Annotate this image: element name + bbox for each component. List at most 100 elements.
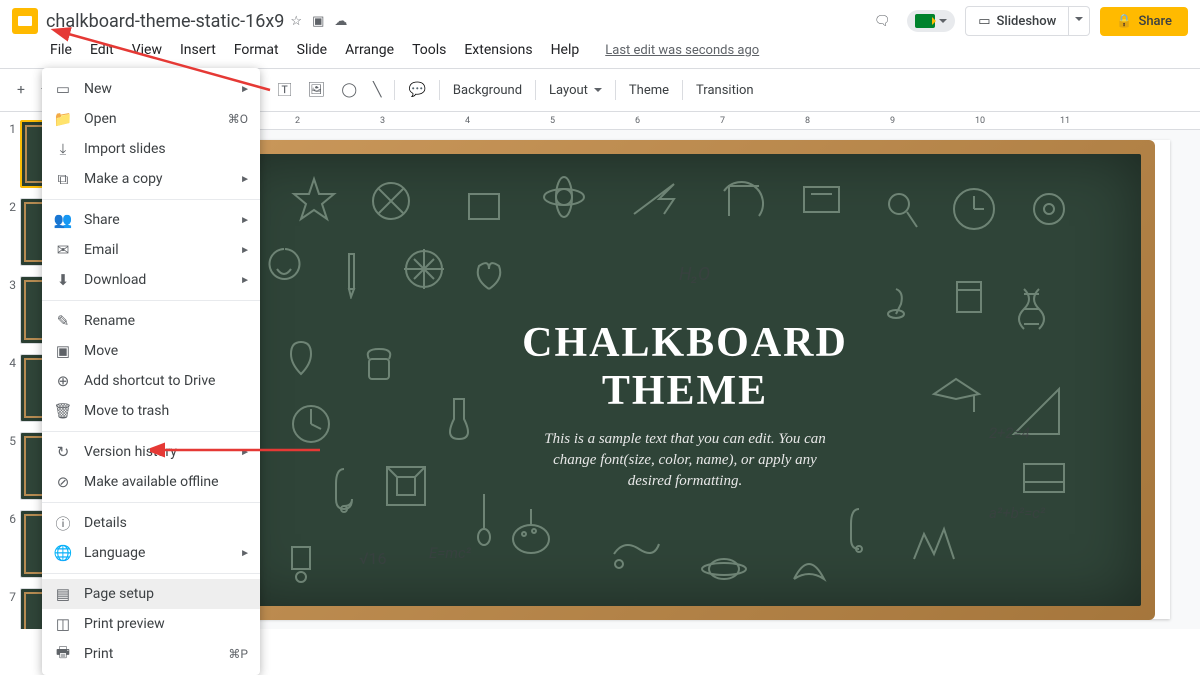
meet-button[interactable] <box>907 10 955 32</box>
file-dropdown-menu: ▭New► 📁Open⌘O ⤓Import slides ⧉Make a cop… <box>42 68 260 675</box>
doodle-icon <box>609 534 664 579</box>
submenu-arrow-icon: ► <box>240 174 250 185</box>
menu-extensions[interactable]: Extensions <box>456 38 540 62</box>
slideshow-dropdown[interactable] <box>1069 6 1090 36</box>
menu-bar: File Edit View Insert Format Slide Arran… <box>0 38 1200 68</box>
import-icon: ⤓ <box>54 140 72 158</box>
comment-tool[interactable]: 💬 <box>401 77 432 103</box>
slide-number: 1 <box>4 120 16 136</box>
menu-help[interactable]: Help <box>543 38 588 62</box>
doodle-icon <box>469 254 509 294</box>
menu-download[interactable]: ⬇Download► <box>42 265 260 295</box>
menu-language[interactable]: 🌐Language► <box>42 538 260 568</box>
submenu-arrow-icon: ► <box>240 245 250 256</box>
slide-subtitle[interactable]: This is a sample text that you can edit.… <box>530 429 840 492</box>
doodle-icon <box>259 244 309 294</box>
submenu-arrow-icon: ► <box>240 548 250 559</box>
share-label: Share <box>1138 14 1172 29</box>
submenu-arrow-icon: ► <box>240 275 250 286</box>
slide-title[interactable]: CHALKBOARD THEME <box>522 319 848 416</box>
menu-open[interactable]: 📁Open⌘O <box>42 104 260 134</box>
new-slide-button[interactable]: + <box>10 77 32 103</box>
line-tool[interactable]: ╲ <box>366 77 388 103</box>
menu-move[interactable]: ▣Move <box>42 336 260 366</box>
menu-file[interactable]: File <box>42 38 80 62</box>
menu-format[interactable]: Format <box>226 38 287 62</box>
menu-import[interactable]: ⤓Import slides <box>42 134 260 164</box>
globe-icon: 🌐 <box>54 544 72 562</box>
menu-slide[interactable]: Slide <box>289 38 335 62</box>
doodle-icon <box>379 459 434 514</box>
layout-button[interactable]: Layout <box>542 78 609 103</box>
transition-button[interactable]: Transition <box>689 78 761 103</box>
doodle-icon <box>784 544 834 589</box>
slides-logo-icon[interactable] <box>12 8 38 34</box>
menu-page-setup[interactable]: ▤Page setup <box>42 579 260 609</box>
slide-number: 2 <box>4 198 16 214</box>
last-edit-link[interactable]: Last edit was seconds ago <box>605 43 759 58</box>
submenu-arrow-icon: ► <box>240 84 250 95</box>
ruler-tick: 4 <box>465 116 470 126</box>
doodle-text: √16 <box>359 549 387 568</box>
menu-insert[interactable]: Insert <box>172 38 224 62</box>
menu-offline[interactable]: ⊘Make available offline <box>42 467 260 497</box>
ruler-tick: 10 <box>975 116 985 126</box>
textbox-tool[interactable]: 🅃 <box>271 75 299 105</box>
menu-arrange[interactable]: Arrange <box>337 38 402 62</box>
rename-icon: ✎ <box>54 312 72 330</box>
menu-add-shortcut[interactable]: ⊕Add shortcut to Drive <box>42 366 260 396</box>
menu-share[interactable]: 👥Share► <box>42 205 260 235</box>
ruler-tick: 9 <box>890 116 895 126</box>
slide-number: 5 <box>4 432 16 448</box>
document-title[interactable]: chalkboard-theme-static-16x9 <box>46 11 284 32</box>
move-icon: ▣ <box>54 342 72 360</box>
image-tool[interactable]: 🖼 <box>301 77 333 103</box>
info-icon: ⓘ <box>54 514 72 532</box>
camera-icon <box>915 14 935 28</box>
menu-details[interactable]: ⓘDetails <box>42 508 260 538</box>
menu-edit[interactable]: Edit <box>82 38 122 62</box>
comments-icon[interactable]: 🗨 <box>867 6 897 36</box>
slide-number: 6 <box>4 510 16 526</box>
menu-print-preview[interactable]: ◫Print preview <box>42 609 260 639</box>
doodle-icon <box>439 394 479 449</box>
theme-button[interactable]: Theme <box>622 78 676 103</box>
title-bar: chalkboard-theme-static-16x9 ☆ ▣ ☁ 🗨 ▭ S… <box>0 0 1200 38</box>
doodle-icon <box>469 489 499 549</box>
menu-tools[interactable]: Tools <box>404 38 454 62</box>
doodle-text: a²+b²=c² <box>989 504 1045 522</box>
shape-tool[interactable]: ◯ <box>334 77 364 103</box>
doodle-icon <box>279 334 324 384</box>
doodle-icon <box>909 524 959 569</box>
background-button[interactable]: Background <box>446 78 529 103</box>
slideshow-button[interactable]: ▭ Slideshow <box>965 6 1069 36</box>
menu-email[interactable]: ✉Email► <box>42 235 260 265</box>
menu-trash[interactable]: 🗑Move to trash <box>42 396 260 426</box>
slide-number: 3 <box>4 276 16 292</box>
slideshow-label: Slideshow <box>997 14 1057 29</box>
doodle-text: H₂O <box>679 264 710 285</box>
ruler-tick: 3 <box>380 116 385 126</box>
slide-number: 4 <box>4 354 16 370</box>
preview-icon: ◫ <box>54 615 72 633</box>
ruler-tick: 8 <box>805 116 810 126</box>
cloud-status-icon[interactable]: ☁ <box>334 14 347 29</box>
move-folder-icon[interactable]: ▣ <box>312 14 324 29</box>
doodle-icon <box>359 344 399 389</box>
share-button[interactable]: 🔒 Share <box>1100 7 1188 36</box>
canvas-area: 1234567891011 <box>150 112 1200 629</box>
menu-print[interactable]: 🖶Print⌘P <box>42 639 260 669</box>
print-icon: 🖶 <box>54 645 72 663</box>
menu-makecopy[interactable]: ⧉Make a copy► <box>42 164 260 194</box>
submenu-arrow-icon: ► <box>240 215 250 226</box>
star-icon[interactable]: ☆ <box>290 14 302 29</box>
menu-view[interactable]: View <box>124 38 170 62</box>
slide-canvas[interactable]: H₂O 2+2=4 <box>200 140 1170 619</box>
doodle-icon <box>949 184 999 234</box>
doodle-icon <box>699 549 749 589</box>
doc-icon: ▭ <box>54 80 72 98</box>
menu-rename[interactable]: ✎Rename <box>42 306 260 336</box>
menu-new[interactable]: ▭New► <box>42 74 260 104</box>
doodle-icon <box>1009 284 1059 339</box>
menu-version-history[interactable]: ↻Version history► <box>42 437 260 467</box>
